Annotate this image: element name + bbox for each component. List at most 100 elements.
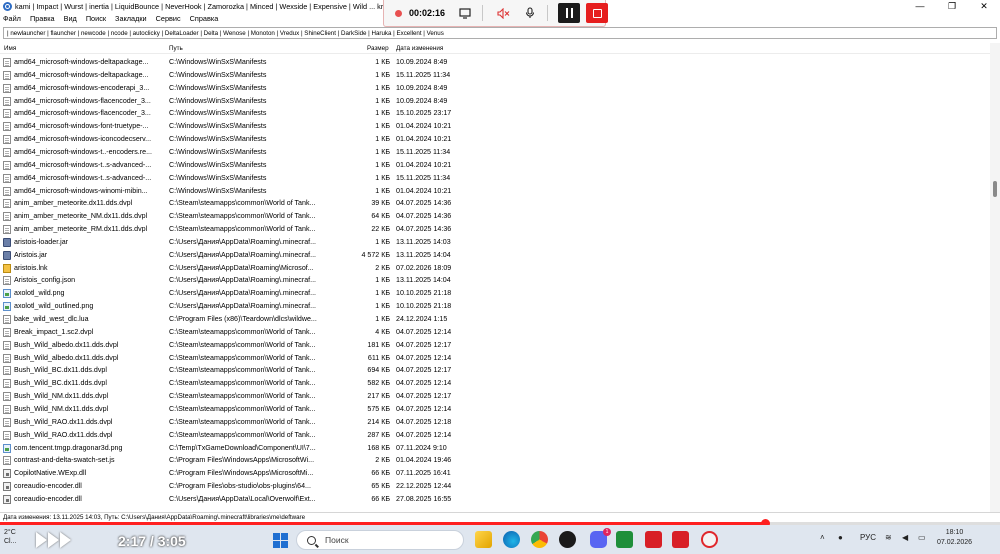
table-row[interactable]: amd64_microsoft-windows-deltapackage... C… [0, 69, 990, 82]
everything-taskbar-icon[interactable] [701, 531, 718, 548]
anydesk-icon[interactable] [672, 531, 689, 548]
table-row[interactable]: Aristois.jar C:\Users\Дания\AppData\Roami… [0, 249, 990, 262]
table-row[interactable]: amd64_microsoft-windows-flacencoder_3...… [0, 107, 990, 120]
weather-widget[interactable]: 2°C Cl... [4, 528, 16, 546]
file-date: 01.04.2024 10:21 [396, 160, 452, 169]
table-row[interactable]: Bush_Wild_BC.dx11.dds.dvpl C:\Steam\steam… [0, 364, 990, 377]
status-bar: Дата изменения: 13.11.2025 14:03, Путь: … [0, 512, 1000, 522]
table-row[interactable]: amd64_microsoft-windows-deltapackage... C… [0, 56, 990, 69]
table-row[interactable]: axolotl_wild_outlined.png C:\Users\Дания\… [0, 300, 990, 313]
file-size: 611 КБ [367, 353, 390, 362]
table-row[interactable]: amd64_microsoft-windows-t..-encoders.re.… [0, 146, 990, 159]
file-date: 04.07.2025 14:36 [396, 199, 452, 208]
edge-icon[interactable] [503, 531, 520, 548]
file-path: C:\Steam\steamapps\common\World of Tank.… [169, 212, 316, 221]
file-date: 10.10.2025 21:18 [396, 289, 452, 298]
file-name: contrast-and-delta-swatch-set.js [14, 456, 115, 465]
file-date: 10.09.2024 8:49 [396, 83, 448, 92]
monitor-icon[interactable] [458, 6, 472, 20]
file-name: anim_amber_meteorite_NM.dx11.dds.dvpl [14, 212, 148, 221]
menu-view[interactable]: Вид [64, 14, 77, 23]
chrome-icon[interactable] [531, 531, 548, 548]
app-icon[interactable] [559, 531, 576, 548]
table-row[interactable]: CopilotNative.WExp.dll C:\Program Files\W… [0, 467, 990, 480]
file-name: amd64_microsoft-windows-winomi-mibin... [14, 186, 148, 195]
menu-tools[interactable]: Сервис [156, 14, 181, 23]
speaker-muted-icon[interactable] [496, 6, 510, 20]
play-icon [36, 532, 47, 548]
table-row[interactable]: anim_amber_meteorite.dx11.dds.dvpl C:\Ste… [0, 197, 990, 210]
table-row[interactable]: bake_wild_west_dlc.lua C:\Program Files (… [0, 313, 990, 326]
table-row[interactable]: axolotl_wild.png C:\Users\Дания\AppData\R… [0, 287, 990, 300]
table-row[interactable]: Bush_Wild_albedo.dx11.dds.dvpl C:\Steam\s… [0, 339, 990, 352]
column-size[interactable]: Размер [367, 45, 389, 52]
table-row[interactable]: Bush_Wild_NM.dx11.dds.dvpl C:\Steam\steam… [0, 390, 990, 403]
table-row[interactable]: amd64_microsoft-windows-flacencoder_3...… [0, 95, 990, 108]
volume-icon[interactable]: ◀ [902, 533, 908, 542]
file-dll-icon [3, 494, 11, 504]
table-row[interactable]: aristois-loader.jar C:\Users\Дания\AppDat… [0, 236, 990, 249]
file-name: Bush_Wild_NM.dx11.dds.dvpl [14, 404, 109, 413]
scrollbar-thumb[interactable] [993, 181, 997, 197]
minimize-button[interactable]: — [904, 0, 936, 12]
file-date: 07.11.2025 16:41 [396, 469, 451, 478]
table-row[interactable]: Bush_Wild_RAO.dx11.dds.dvpl C:\Steam\stea… [0, 416, 990, 429]
table-row[interactable]: amd64_microsoft-windows-t..s-advanced-..… [0, 172, 990, 185]
clock[interactable]: 18:10 07.02.2026 [937, 528, 972, 548]
table-row[interactable]: anim_amber_meteorite_NM.dx11.dds.dvpl C:\… [0, 210, 990, 223]
chevron-up-icon[interactable]: ˄ [820, 533, 825, 542]
menu-search[interactable]: Поиск [86, 14, 106, 23]
column-date[interactable]: Дата изменения [396, 45, 443, 52]
vertical-scrollbar[interactable] [990, 43, 1000, 512]
wifi-icon[interactable]: ≋ [885, 533, 892, 542]
menu-bookmarks[interactable]: Закладки [115, 14, 147, 23]
table-row[interactable]: contrast-and-delta-swatch-set.js C:\Progr… [0, 454, 990, 467]
table-row[interactable]: anim_amber_meteorite_RM.dx11.dds.dvpl C:\… [0, 223, 990, 236]
table-row[interactable]: aristois.lnk C:\Users\Дания\AppData\Roami… [0, 262, 990, 275]
pause-button[interactable] [558, 3, 581, 23]
search-input[interactable]: | newlauncher | flauncher | newcode | nc… [3, 27, 997, 39]
menu-file[interactable]: Файл [3, 14, 21, 23]
file-date: 04.07.2025 12:14 [396, 379, 452, 388]
file-path: C:\Steam\steamapps\common\World of Tank.… [169, 353, 316, 362]
table-row[interactable]: Bush_Wild_NM.dx11.dds.dvpl C:\Steam\steam… [0, 403, 990, 416]
maximize-button[interactable]: ❐ [936, 0, 968, 12]
table-row[interactable]: coreaudio-encoder.dll C:\Program Files\ob… [0, 480, 990, 493]
table-row[interactable]: Aristois_config.json C:\Users\Дания\AppDa… [0, 274, 990, 287]
table-row[interactable]: amd64_microsoft-windows-encoderapi_3... C… [0, 82, 990, 95]
file-explorer-icon[interactable] [475, 531, 492, 548]
discord-icon[interactable]: 1 [590, 528, 611, 548]
start-button[interactable] [273, 533, 288, 548]
column-name[interactable]: Имя [4, 45, 16, 52]
file-size: 1 КБ [375, 122, 390, 131]
table-row[interactable]: amd64_microsoft-windows-iconcodecserv...… [0, 133, 990, 146]
table-row[interactable]: amd64_microsoft-windows-winomi-mibin... C… [0, 185, 990, 198]
minecraft-icon[interactable] [616, 531, 633, 548]
file-name: anim_amber_meteorite_RM.dx11.dds.dvpl [14, 225, 148, 234]
clock-date: 07.02.2026 [937, 539, 973, 546]
table-row[interactable]: coreaudio-encoder.dll C:\Users\Дания\AppD… [0, 493, 990, 506]
table-row[interactable]: Bush_Wild_RAO.dx11.dds.dvpl C:\Steam\stea… [0, 429, 990, 442]
stop-button[interactable] [586, 3, 609, 23]
language-indicator[interactable]: РУС [860, 533, 876, 542]
table-row[interactable]: Bush_Wild_albedo.dx11.dds.dvpl C:\Steam\s… [0, 352, 990, 365]
file-path: C:\Program Files (x86)\Teardown\dlcs\wil… [169, 315, 317, 323]
file-path: C:\Program Files\WindowsApps\MicrosoftMi… [169, 469, 314, 478]
table-row[interactable]: Bush_Wild_BC.dx11.dds.dvpl C:\Steam\steam… [0, 377, 990, 390]
close-button[interactable]: ✕ [968, 0, 1000, 12]
microphone-icon[interactable]: ● [838, 533, 843, 542]
table-row[interactable]: amd64_microsoft-windows-font-truetype-..… [0, 120, 990, 133]
column-path[interactable]: Путь [169, 45, 183, 52]
taskbar-search[interactable]: Поиск [296, 530, 464, 550]
menu-edit[interactable]: Правка [30, 14, 55, 23]
battery-icon[interactable]: ▭ [918, 533, 926, 542]
menu-help[interactable]: Справка [190, 14, 219, 23]
table-row[interactable]: amd64_microsoft-windows-t..s-advanced-..… [0, 159, 990, 172]
anydesk-icon[interactable] [645, 531, 662, 548]
file-img-icon [3, 289, 11, 299]
table-row[interactable]: com.tencent.tmgp.dragonar3d.png C:\Temp\T… [0, 442, 990, 455]
video-skip-controls[interactable] [36, 532, 72, 548]
file-date: 04.07.2025 14:36 [396, 212, 452, 221]
microphone-icon[interactable] [523, 6, 537, 20]
table-row[interactable]: Break_impact_1.sc2.dvpl C:\Steam\steamapp… [0, 326, 990, 339]
